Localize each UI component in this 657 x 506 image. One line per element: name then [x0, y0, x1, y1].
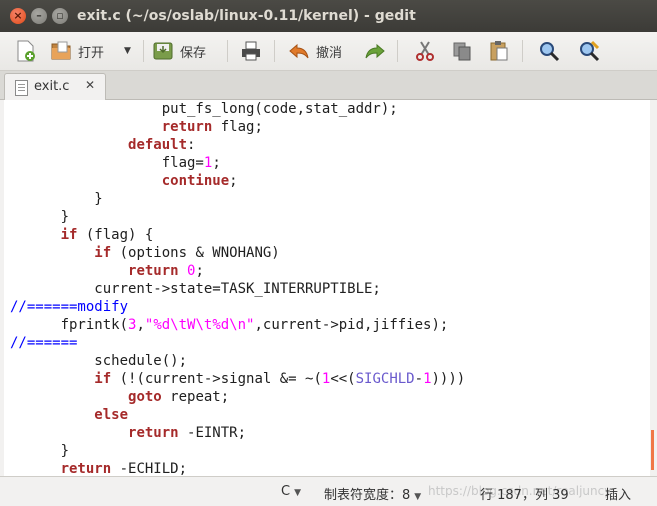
tab-width-selector[interactable]: 制表符宽度：8 ▼ — [324, 484, 421, 503]
find-replace-button[interactable] — [578, 36, 600, 66]
redo-button[interactable] — [364, 36, 386, 66]
print-button[interactable] — [240, 36, 262, 66]
open-button[interactable]: 打开 — [50, 36, 104, 66]
code-line: } — [10, 209, 70, 225]
code-line: } — [10, 191, 103, 207]
code-line: } — [10, 443, 70, 459]
code-line: put_fs_long(code,stat_addr); — [10, 101, 398, 117]
code-line: schedule(); — [10, 353, 188, 369]
chevron-down-icon: ▼ — [414, 492, 422, 502]
code-line: return -EINTR; — [128, 425, 247, 441]
code-line: default: — [128, 137, 196, 153]
tab-label: exit.c — [34, 79, 70, 94]
code-line: if (flag) { — [60, 227, 154, 243]
toolbar-separator — [397, 40, 398, 62]
tab-exit-c[interactable]: exit.c ✕ — [4, 73, 106, 100]
toolbar: 打开 ▼ 保存 撤消 — [0, 32, 657, 71]
scrollbar-thumb[interactable] — [651, 430, 654, 470]
chevron-down-icon: ▼ — [294, 488, 301, 498]
vertical-scrollbar[interactable] — [650, 100, 657, 476]
paste-button[interactable] — [488, 36, 510, 66]
code-line: //======modify — [10, 299, 129, 315]
window-title: exit.c (~/os/oslab/linux-0.11/kernel) - … — [77, 8, 416, 24]
undo-button[interactable]: 撤消 — [288, 36, 342, 66]
paste-clipboard-icon — [488, 40, 510, 62]
cut-button[interactable] — [414, 36, 436, 66]
redo-arrow-icon — [364, 40, 386, 62]
new-document-icon — [14, 40, 36, 62]
code-line: return flag; — [161, 119, 263, 135]
copy-button[interactable] — [451, 36, 473, 66]
tab-width-label: 制表符宽度：8 — [324, 488, 411, 503]
print-icon — [240, 40, 262, 62]
copy-icon — [451, 40, 473, 62]
code-line: fprintk(3,"%d\tW\t%d\n",current->pid,jif… — [10, 317, 449, 333]
chevron-down-icon: ▼ — [124, 46, 131, 56]
text-document-icon — [15, 80, 28, 96]
find-button[interactable] — [538, 36, 560, 66]
code-text: put_fs_long(code,stat_addr); return flag… — [10, 100, 465, 476]
toolbar-separator — [143, 40, 144, 62]
gedit-window: × – ▫ exit.c (~/os/oslab/linux-0.11/kern… — [0, 0, 657, 506]
save-button[interactable]: 保存 — [152, 36, 206, 66]
code-line: else — [94, 407, 129, 423]
close-window-button[interactable]: × — [10, 8, 26, 24]
open-folder-icon — [50, 40, 72, 62]
code-line: goto repeat; — [128, 389, 230, 405]
search-icon — [538, 40, 560, 62]
minimize-window-button[interactable]: – — [31, 8, 47, 24]
undo-arrow-icon — [288, 40, 310, 62]
code-line: if (!(current->signal &= ~(1<<(SIGCHLD-1… — [94, 371, 466, 387]
undo-label: 撤消 — [316, 45, 343, 61]
save-label: 保存 — [180, 45, 207, 61]
code-line: if (options & WNOHANG) — [94, 245, 280, 261]
code-line: //====== — [10, 335, 78, 351]
language-selector[interactable]: C ▼ — [281, 484, 301, 499]
code-line: return 0; — [128, 263, 204, 279]
scissors-icon — [414, 40, 436, 62]
save-icon — [152, 40, 174, 62]
insert-mode-indicator: 插入 — [605, 488, 632, 503]
code-line: continue; — [161, 173, 238, 189]
status-bar: https://blog.csdn.net/realjuncy C ▼ 制表符宽度… — [0, 476, 657, 506]
toolbar-separator — [274, 40, 275, 62]
new-document-button[interactable] — [14, 36, 36, 66]
toolbar-separator — [522, 40, 523, 62]
cursor-position: 行 187，列 39 — [480, 488, 569, 503]
open-label: 打开 — [78, 45, 105, 61]
close-tab-icon[interactable]: ✕ — [85, 78, 95, 92]
code-editor[interactable]: put_fs_long(code,stat_addr); return flag… — [4, 100, 650, 476]
maximize-window-button[interactable]: ▫ — [52, 8, 68, 24]
find-replace-icon — [578, 40, 600, 62]
open-dropdown-button[interactable]: ▼ — [124, 36, 131, 66]
document-tab-bar: exit.c ✕ — [0, 71, 657, 100]
language-label: C — [281, 484, 291, 499]
code-line: current->state=TASK_INTERRUPTIBLE; — [10, 281, 381, 297]
toolbar-separator — [227, 40, 228, 62]
title-bar: × – ▫ exit.c (~/os/oslab/linux-0.11/kern… — [0, 0, 657, 32]
code-line: flag=1; — [10, 155, 221, 171]
code-line: return -ECHILD; — [60, 461, 188, 476]
